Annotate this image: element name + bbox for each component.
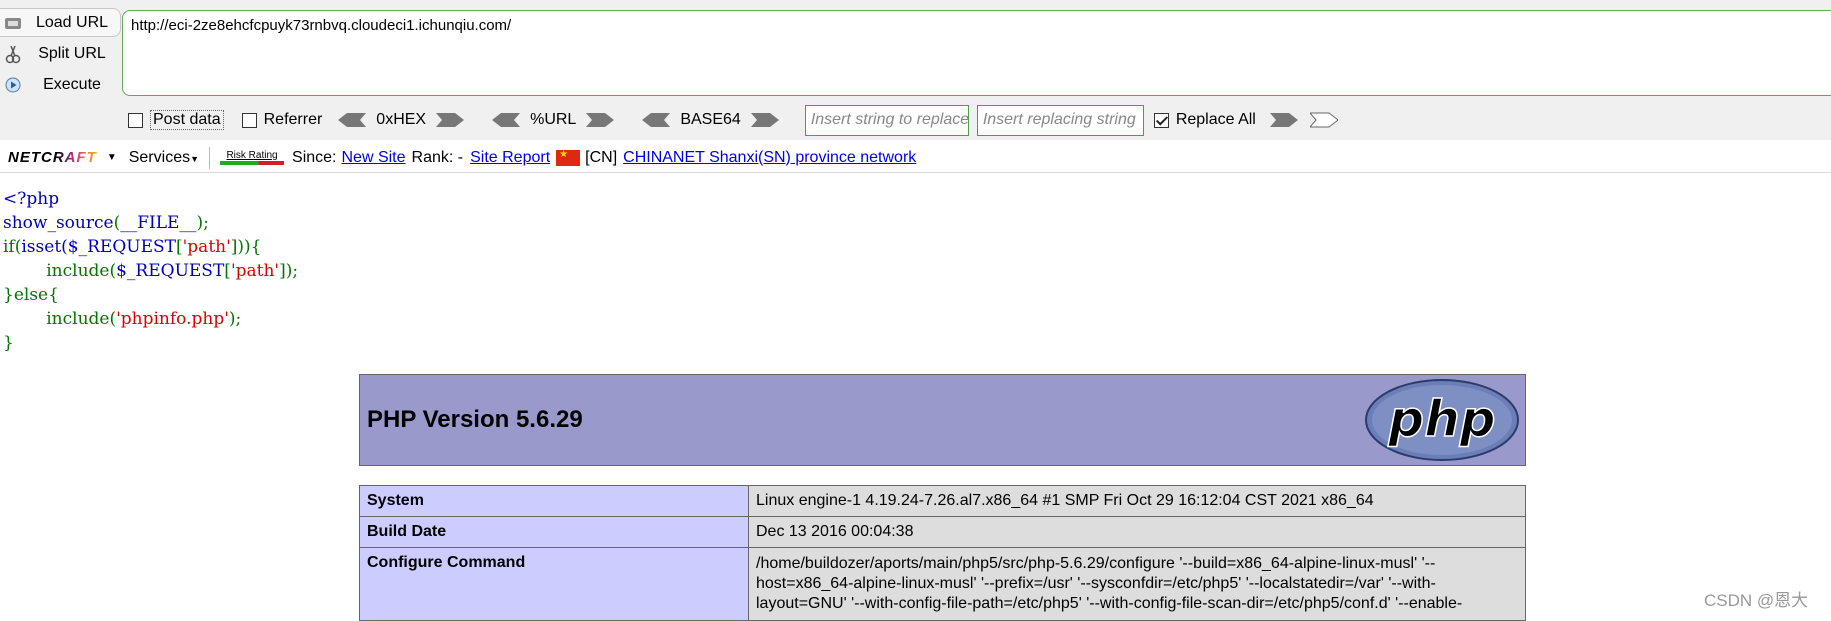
risk-rating-label: Risk Rating bbox=[226, 150, 278, 161]
services-label: Services bbox=[128, 148, 191, 166]
execute-label: Execute bbox=[43, 75, 101, 93]
divider bbox=[209, 146, 211, 169]
china-flag-icon: ★ bbox=[556, 148, 581, 166]
row-value: /home/buildozer/aports/main/php5/src/php… bbox=[748, 547, 1526, 621]
table-row: Build Date Dec 13 2016 00:04:38 bbox=[359, 516, 1526, 548]
replace-arrow-icon[interactable] bbox=[1269, 112, 1298, 128]
replace-right-arrow-icon[interactable] bbox=[1309, 112, 1338, 128]
url-encoder: %URL bbox=[492, 111, 615, 129]
base64-label: BASE64 bbox=[680, 111, 741, 128]
csdn-watermark: CSDN @恩大 bbox=[1704, 591, 1809, 610]
services-chevron-icon: ▼ bbox=[190, 153, 200, 164]
post-data-label: Post data bbox=[150, 110, 224, 130]
hex-decode-arrow-icon[interactable] bbox=[338, 112, 367, 128]
hex-label: 0xHEX bbox=[376, 111, 427, 128]
flag-star-icon: ★ bbox=[559, 148, 569, 160]
row-value: Linux engine-1 4.19.24-7.26.al7.x86_64 #… bbox=[748, 485, 1526, 517]
url-enc-label: %URL bbox=[530, 111, 577, 128]
netcraft-toolbar: NETCRAFT ▼ Services▼ Risk Rating Since: … bbox=[0, 143, 1831, 173]
php-source-code: <?php show_source(__FILE__); if(isset($_… bbox=[3, 187, 298, 355]
table-row: Configure Command /home/buildozer/aports… bbox=[359, 547, 1526, 621]
scissors-icon bbox=[2, 43, 24, 65]
execute-button[interactable]: Execute bbox=[0, 71, 120, 98]
php-logo-text: php bbox=[1387, 390, 1495, 448]
rank-label: Rank: - bbox=[411, 148, 464, 166]
load-url-button[interactable]: Load URL bbox=[0, 8, 121, 37]
phpinfo-table: System Linux engine-1 4.19.24-7.26.al7.x… bbox=[359, 485, 1526, 621]
chevron-down-icon[interactable]: ▼ bbox=[107, 152, 117, 163]
replace-string-input[interactable]: Insert string to replace bbox=[804, 104, 969, 136]
load-url-label: Load URL bbox=[35, 13, 109, 31]
code-line-4: include($_REQUEST['path']); bbox=[46, 261, 299, 281]
split-url-label: Split URL bbox=[38, 44, 106, 62]
since-label: Since: bbox=[292, 148, 337, 166]
code-line-6: include('phpinfo.php'); bbox=[46, 309, 242, 329]
table-row: System Linux engine-1 4.19.24-7.26.al7.x… bbox=[359, 485, 1526, 517]
code-line-7: } bbox=[3, 333, 14, 353]
row-key: Configure Command bbox=[359, 547, 749, 621]
phpinfo-header: PHP Version 5.6.29 php bbox=[359, 374, 1526, 466]
split-url-button[interactable]: Split URL bbox=[0, 40, 120, 67]
hex-encode-arrow-icon[interactable] bbox=[436, 112, 465, 128]
services-menu[interactable]: Services▼ bbox=[129, 149, 199, 167]
url-decode-arrow-icon[interactable] bbox=[492, 112, 521, 128]
referrer-label: Referrer bbox=[263, 111, 323, 128]
php-version-title: PHP Version 5.6.29 bbox=[367, 406, 583, 433]
post-data-checkbox[interactable]: Post data bbox=[128, 110, 224, 130]
code-line-3: if(isset($_REQUEST['path'])){ bbox=[3, 237, 262, 257]
replacing-string-input[interactable]: Insert replacing string bbox=[976, 104, 1144, 136]
hackbar-toolbar: Load URL Split URL Execute http://eci-2z… bbox=[0, 0, 1831, 140]
post-data-box[interactable] bbox=[128, 112, 143, 128]
network-link[interactable]: CHINANET Shanxi(SN) province network bbox=[623, 149, 916, 167]
row-key: Build Date bbox=[359, 516, 749, 548]
row-value: Dec 13 2016 00:04:38 bbox=[748, 516, 1526, 548]
site-report-link[interactable]: Site Report bbox=[470, 149, 550, 167]
new-site-link[interactable]: New Site bbox=[341, 149, 405, 167]
php-logo-icon[interactable]: php bbox=[1364, 378, 1520, 462]
code-line-5: }else{ bbox=[3, 285, 59, 305]
replace-all-checkbox[interactable]: Replace All bbox=[1153, 111, 1256, 129]
base64-encode-arrow-icon[interactable] bbox=[750, 112, 779, 128]
replace-all-label: Replace All bbox=[1175, 111, 1256, 128]
risk-rating-bar-icon bbox=[220, 161, 285, 165]
row-key: System bbox=[359, 485, 749, 517]
netcraft-logo[interactable]: NETCRAFT bbox=[8, 149, 97, 166]
code-line-2: show_source(__FILE__); bbox=[3, 213, 209, 233]
url-encode-arrow-icon[interactable] bbox=[586, 112, 615, 128]
base64-encoder: BASE64 bbox=[642, 111, 779, 129]
referrer-checkbox[interactable]: Referrer bbox=[241, 111, 323, 129]
code-line-1: <?php bbox=[3, 189, 60, 209]
url-textarea[interactable]: http://eci-2ze8ehcfcpuyk73rnbvq.cloudeci… bbox=[122, 10, 1831, 96]
base64-decode-arrow-icon[interactable] bbox=[642, 112, 671, 128]
country-code: [CN] bbox=[585, 148, 618, 166]
play-icon bbox=[2, 74, 24, 96]
hex-encoder: 0xHEX bbox=[338, 111, 465, 129]
referrer-box[interactable] bbox=[241, 112, 257, 128]
load-url-icon bbox=[2, 12, 24, 34]
hackbar-options: Post data Referrer 0xHEX %URL BASE64 Ins… bbox=[128, 104, 1338, 136]
replace-all-box[interactable] bbox=[1153, 112, 1169, 128]
risk-rating-badge[interactable]: Risk Rating bbox=[220, 150, 285, 165]
